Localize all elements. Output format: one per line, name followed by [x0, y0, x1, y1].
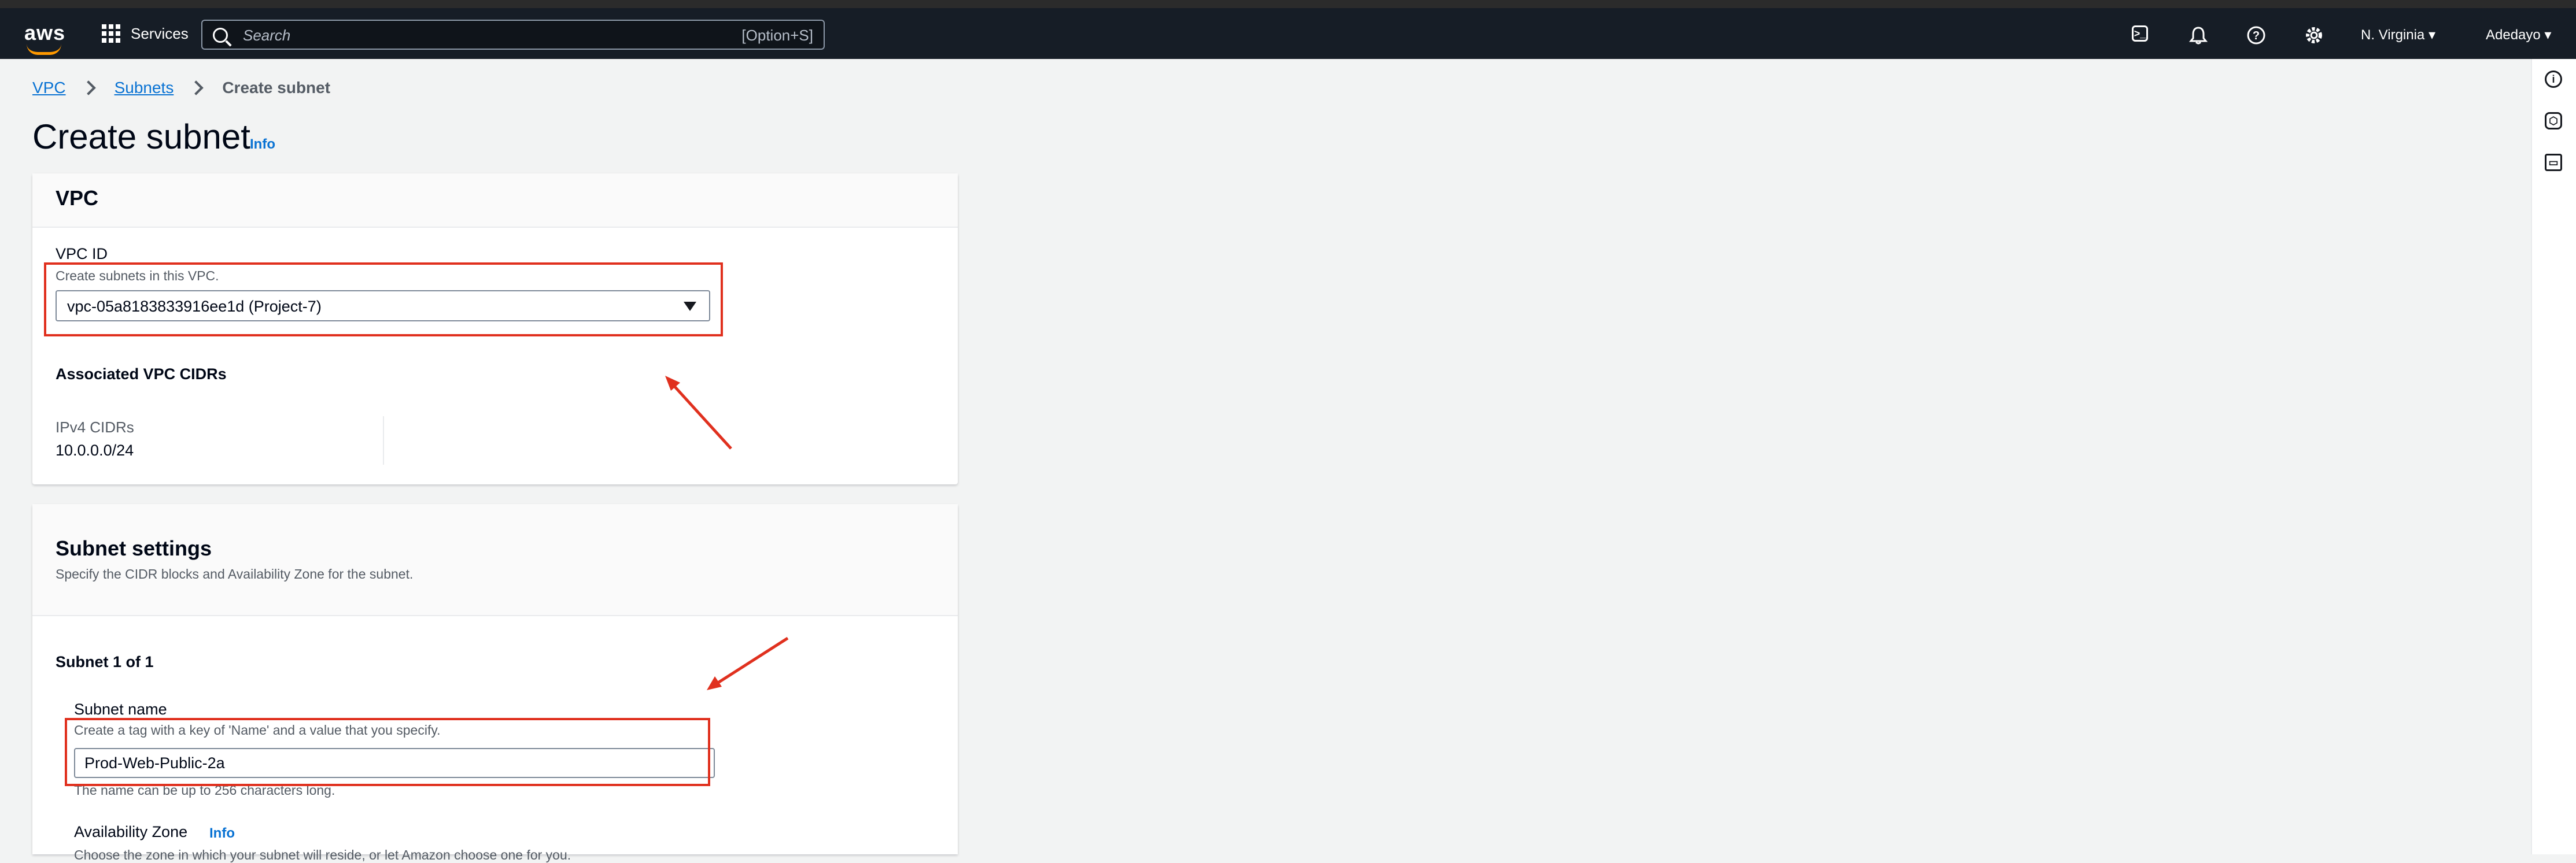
annotation-arrow-vpc — [665, 376, 732, 450]
annotation-arrows — [665, 376, 789, 690]
annotation-arrow-subnet-name — [707, 636, 789, 690]
